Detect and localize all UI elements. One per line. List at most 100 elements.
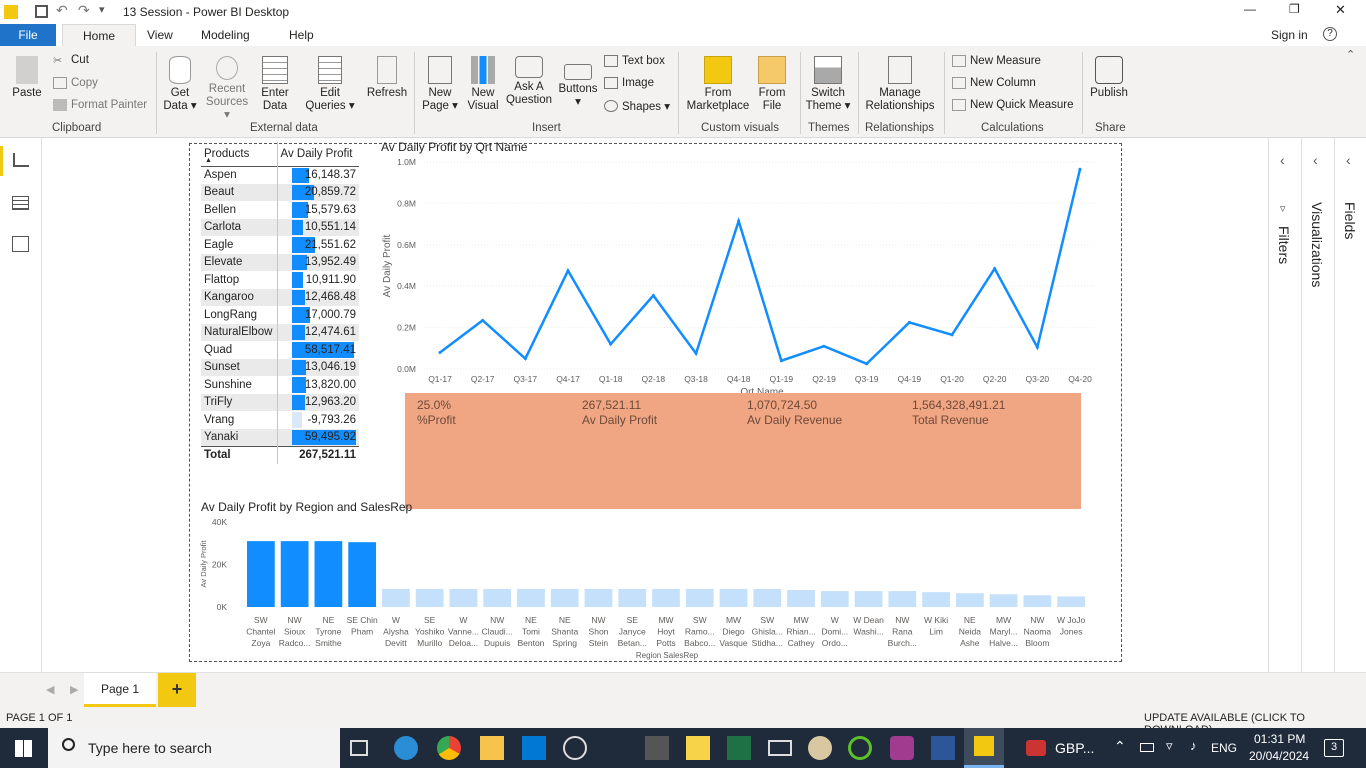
prev-page-icon[interactable]: ◀: [46, 683, 54, 696]
model-view-icon[interactable]: [12, 236, 29, 252]
file-explorer-icon[interactable]: [480, 736, 504, 760]
restore-button[interactable]: ❐: [1289, 2, 1300, 16]
image-button[interactable]: Image: [604, 77, 654, 89]
copy-button[interactable]: Copy: [53, 77, 98, 89]
fields-pane-label[interactable]: Fields: [1342, 202, 1358, 239]
minimize-button[interactable]: —: [1244, 2, 1256, 16]
cut-button[interactable]: ✂ Cut: [53, 54, 89, 67]
chrome-icon[interactable]: [437, 736, 461, 760]
bar[interactable]: [314, 541, 343, 607]
calculator-icon[interactable]: [645, 736, 669, 760]
matrix-header-products[interactable]: Products: [201, 142, 278, 166]
mail-icon[interactable]: [768, 740, 792, 756]
data-point[interactable]: [566, 269, 570, 273]
kpi-card[interactable]: 25.0% %Profit 267,521.11 Av Daily Profit 1,0…: [405, 393, 1081, 509]
file-tab[interactable]: File: [0, 24, 56, 46]
table-row[interactable]: Carlota 10,551.14: [201, 218, 359, 236]
bar[interactable]: [652, 588, 680, 607]
bar-chart-visual[interactable]: Av Daily Profit by Region and SalesRep 0…: [197, 498, 1107, 662]
table-row[interactable]: Elevate 13,952.49: [201, 253, 359, 271]
wifi-icon[interactable]: ▿: [1166, 738, 1173, 754]
help-icon[interactable]: ?: [1323, 27, 1337, 41]
bar[interactable]: [1057, 596, 1085, 607]
show-hidden-icons[interactable]: ⌃: [1114, 738, 1126, 755]
shapes-button[interactable]: Shapes ▾: [604, 99, 670, 113]
table-row[interactable]: Flattop 10,911.90: [201, 271, 359, 289]
redo-icon[interactable]: ↷: [78, 2, 90, 19]
next-page-icon[interactable]: ▶: [70, 683, 78, 696]
powerbi-taskbar-button[interactable]: [964, 728, 1004, 768]
table-row[interactable]: Aspen 16,148.37: [201, 166, 359, 184]
new-column-button[interactable]: New Column: [952, 77, 1036, 89]
bar[interactable]: [449, 588, 478, 607]
ask-question-button[interactable]: Ask A Question: [505, 56, 553, 107]
bar[interactable]: [584, 588, 613, 607]
currency-widget[interactable]: GBP...: [1055, 740, 1094, 756]
table-row[interactable]: Eagle 21,551.62: [201, 236, 359, 254]
tab-modeling[interactable]: Modeling: [201, 28, 250, 42]
data-point[interactable]: [779, 359, 783, 363]
table-row[interactable]: Bellen 15,579.63: [201, 201, 359, 219]
data-point[interactable]: [609, 342, 613, 346]
data-view-icon[interactable]: [12, 196, 29, 210]
word-icon[interactable]: [931, 736, 955, 760]
search-input[interactable]: Type here to search: [88, 740, 212, 756]
sign-in-link[interactable]: Sign in: [1271, 28, 1308, 42]
bar[interactable]: [550, 588, 579, 607]
edit-queries-button[interactable]: Edit Queries ▾: [303, 56, 357, 113]
filters-collapse-icon[interactable]: ‹: [1280, 152, 1285, 168]
switch-theme-button[interactable]: Switch Theme ▾: [805, 56, 851, 113]
bar[interactable]: [888, 591, 917, 607]
new-visual-button[interactable]: New Visual: [464, 56, 502, 113]
data-point[interactable]: [907, 320, 911, 324]
paste-button[interactable]: Paste: [8, 56, 46, 100]
bar[interactable]: [280, 541, 309, 607]
from-marketplace-button[interactable]: From Marketplace: [684, 56, 752, 113]
bar[interactable]: [922, 592, 950, 607]
bar[interactable]: [618, 588, 647, 607]
volume-icon[interactable]: ♪: [1190, 738, 1197, 753]
bar[interactable]: [955, 593, 984, 607]
bar[interactable]: [1023, 595, 1052, 607]
series-line[interactable]: [439, 168, 1082, 366]
clock-time[interactable]: 01:31 PM: [1254, 732, 1305, 746]
battery-icon[interactable]: [1140, 743, 1154, 752]
get-data-button[interactable]: Get Data ▾: [160, 56, 200, 113]
data-point[interactable]: [822, 344, 826, 348]
new-page-button[interactable]: New Page ▾: [419, 56, 461, 113]
bar[interactable]: [415, 588, 444, 607]
bar[interactable]: [517, 588, 545, 607]
bar[interactable]: [787, 590, 815, 607]
visualizations-collapse-icon[interactable]: ‹: [1313, 152, 1318, 168]
table-row[interactable]: TriFly 12,963.20: [201, 393, 359, 411]
matrix-header-profit[interactable]: Av Daily Profit: [277, 142, 359, 166]
customize-toolbar-icon[interactable]: ▾: [99, 3, 105, 16]
table-row[interactable]: Yanaki 59,495.92: [201, 428, 359, 446]
bar[interactable]: [247, 541, 275, 607]
table-row[interactable]: Vrang -9,793.26: [201, 411, 359, 429]
buttons-button[interactable]: Buttons ▾: [556, 56, 600, 109]
publish-button[interactable]: Publish: [1087, 56, 1131, 100]
collapse-ribbon-icon[interactable]: ⌃: [1346, 48, 1355, 61]
save-icon[interactable]: [35, 5, 48, 18]
line-chart-visual[interactable]: Av Daily Profit by Qrt Name 0.0M 0.2M 0.4M…: [378, 138, 1108, 396]
manage-relationships-button[interactable]: Manage Relationships: [862, 56, 938, 113]
data-point[interactable]: [694, 351, 698, 355]
refresh-button[interactable]: Refresh: [365, 56, 409, 100]
bar[interactable]: [820, 591, 849, 607]
bar[interactable]: [348, 542, 377, 607]
sticky-notes-icon[interactable]: [686, 736, 710, 760]
whatsapp-icon[interactable]: [563, 736, 587, 760]
table-row[interactable]: Sunshine 13,820.00: [201, 376, 359, 394]
tab-view[interactable]: View: [147, 28, 173, 42]
data-point[interactable]: [1078, 167, 1082, 171]
report-view-icon[interactable]: [0, 146, 3, 176]
data-point[interactable]: [438, 350, 442, 354]
filters-pane-label[interactable]: Filters: [1276, 226, 1292, 264]
new-measure-button[interactable]: New Measure: [952, 55, 1041, 67]
data-point[interactable]: [950, 333, 954, 337]
fields-collapse-icon[interactable]: ‹: [1346, 152, 1351, 168]
store-icon[interactable]: [522, 736, 546, 760]
data-point[interactable]: [737, 219, 741, 223]
undo-icon[interactable]: ↶: [56, 2, 68, 19]
